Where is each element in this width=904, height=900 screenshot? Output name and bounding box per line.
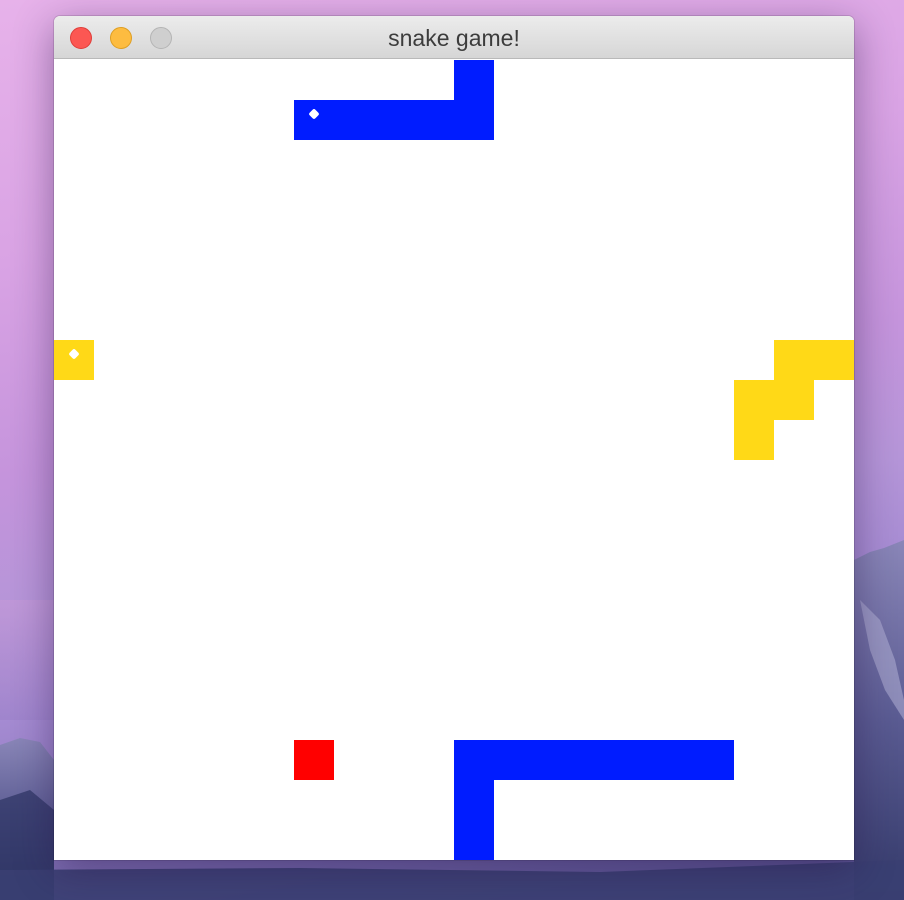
blue-snake-head [294, 100, 334, 140]
yellow-snake-segment [734, 420, 774, 460]
desktop-background: snake game! [0, 0, 904, 900]
game-window: snake game! [54, 16, 854, 860]
snake-eye-icon [308, 108, 320, 120]
blue-snake-segment [454, 820, 494, 860]
close-button[interactable] [70, 27, 92, 49]
yellow-snake-head [54, 340, 94, 380]
blue-snake-segment [454, 100, 494, 140]
blue-snake-segment [454, 60, 494, 100]
title-bar[interactable]: snake game! [54, 16, 854, 59]
blue-snake-segment [454, 740, 494, 780]
blue-snake-segment [334, 100, 374, 140]
blue-snake-segment [694, 740, 734, 780]
blue-snake-segment [454, 780, 494, 820]
game-board[interactable] [54, 60, 854, 860]
yellow-snake-segment [814, 340, 854, 380]
yellow-snake-segment [734, 380, 774, 420]
minimize-button[interactable] [110, 27, 132, 49]
blue-snake-segment [374, 100, 414, 140]
yellow-snake-segment [774, 340, 814, 380]
zoom-button[interactable] [150, 27, 172, 49]
blue-snake-segment [494, 740, 534, 780]
yellow-snake-segment [774, 380, 814, 420]
snake-eye-icon [68, 348, 80, 360]
blue-snake-segment [654, 740, 694, 780]
food-pellet [294, 740, 334, 780]
blue-snake-segment [534, 740, 574, 780]
window-title: snake game! [388, 25, 520, 51]
blue-snake-segment [574, 740, 614, 780]
blue-snake-segment [614, 740, 654, 780]
blue-snake-segment [414, 100, 454, 140]
